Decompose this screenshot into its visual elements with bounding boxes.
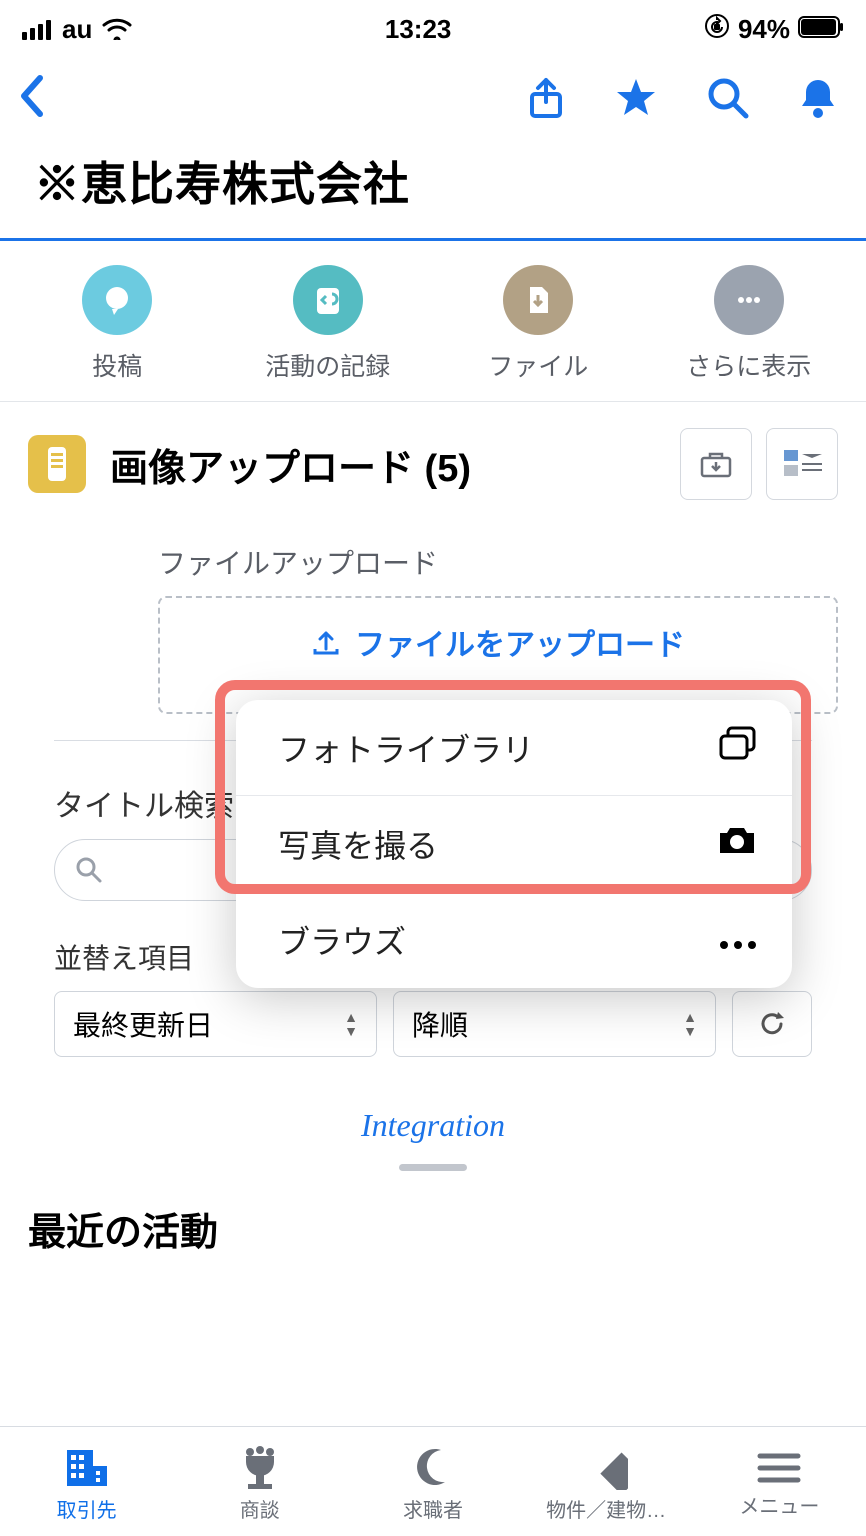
select-arrows-icon: ▲▼ xyxy=(344,1010,358,1038)
search-icon[interactable] xyxy=(706,76,750,120)
wifi-icon xyxy=(102,18,132,40)
battery-icon xyxy=(798,14,844,45)
more-icon xyxy=(718,922,758,959)
tab-accounts[interactable]: 取引先 xyxy=(7,1446,167,1523)
back-button[interactable] xyxy=(18,74,46,123)
nav-bar xyxy=(0,58,866,138)
recent-activity-title: 最近の活動 xyxy=(0,1197,866,1296)
quick-label: さらに表示 xyxy=(686,347,811,383)
tab-label: 取引先 xyxy=(57,1494,117,1523)
tab-properties[interactable]: 物件／建物… xyxy=(526,1446,686,1523)
tab-label: メニュー xyxy=(739,1490,819,1519)
archive-button[interactable] xyxy=(680,428,752,500)
upload-icon xyxy=(311,627,341,657)
rotation-lock-icon xyxy=(704,13,730,46)
quick-post[interactable]: 投稿 xyxy=(22,265,212,383)
drawer-handle[interactable] xyxy=(399,1164,467,1171)
section-badge-icon xyxy=(28,435,86,493)
quick-label: 活動の記録 xyxy=(265,347,390,383)
sort-field-value: 最終更新日 xyxy=(73,1004,213,1044)
tab-bar: 取引先 商談 求職者 物件／建物… メニュー xyxy=(0,1426,866,1536)
quick-more[interactable]: さらに表示 xyxy=(654,265,844,383)
quick-activity[interactable]: 活動の記録 xyxy=(233,265,423,383)
battery-label: 94% xyxy=(738,14,790,45)
bell-icon[interactable] xyxy=(798,76,838,120)
carrier-label: au xyxy=(62,14,92,45)
sort-order-select[interactable]: 降順 ▲▼ xyxy=(393,991,716,1057)
magnifier-icon xyxy=(75,856,103,884)
quick-file[interactable]: ファイル xyxy=(443,265,633,383)
camera-icon xyxy=(716,823,758,865)
option-label: フォトライブラリ xyxy=(278,725,534,771)
star-icon[interactable] xyxy=(614,76,658,120)
quick-label: 投稿 xyxy=(92,347,142,383)
upload-button-label: ファイルをアップロード xyxy=(355,620,685,664)
clock: 13:23 xyxy=(385,14,452,45)
option-label: 写真を撮る xyxy=(278,821,438,867)
tab-label: 物件／建物… xyxy=(546,1494,666,1523)
quick-label: ファイル xyxy=(488,347,588,383)
section-header: 画像アップロード (5) xyxy=(28,428,838,500)
signal-icon xyxy=(22,18,52,40)
stack-icon xyxy=(718,726,758,770)
quick-actions: 投稿 活動の記録 ファイル さらに表示 xyxy=(0,241,866,402)
tab-label: 求職者 xyxy=(403,1494,463,1523)
upload-source-popover: フォトライブラリ 写真を撮る ブラウズ xyxy=(236,700,792,988)
section-title: 画像アップロード (5) xyxy=(110,437,666,492)
title-bar: ※恵比寿株式会社 xyxy=(0,138,866,241)
tab-candidates[interactable]: 求職者 xyxy=(353,1446,513,1523)
share-icon[interactable] xyxy=(526,76,566,120)
tab-label: 商談 xyxy=(240,1494,280,1523)
photo-library-option[interactable]: フォトライブラリ xyxy=(236,700,792,796)
select-arrows-icon: ▲▼ xyxy=(683,1010,697,1038)
view-options-button[interactable] xyxy=(766,428,838,500)
browse-option[interactable]: ブラウズ xyxy=(236,892,792,988)
refresh-button[interactable] xyxy=(732,991,812,1057)
sort-field-select[interactable]: 最終更新日 ▲▼ xyxy=(54,991,377,1057)
take-photo-option[interactable]: 写真を撮る xyxy=(236,796,792,892)
tab-menu[interactable]: メニュー xyxy=(699,1450,859,1519)
page-title: ※恵比寿株式会社 xyxy=(34,148,832,214)
status-bar: au 13:23 94% xyxy=(0,0,866,58)
integration-link[interactable]: Integration xyxy=(28,1057,838,1156)
sort-order-value: 降順 xyxy=(412,1004,468,1044)
tab-opportunities[interactable]: 商談 xyxy=(180,1446,340,1523)
option-label: ブラウズ xyxy=(278,917,406,963)
upload-field-label: ファイルアップロード xyxy=(158,542,838,582)
upload-box[interactable]: ファイルをアップロード xyxy=(158,596,838,714)
